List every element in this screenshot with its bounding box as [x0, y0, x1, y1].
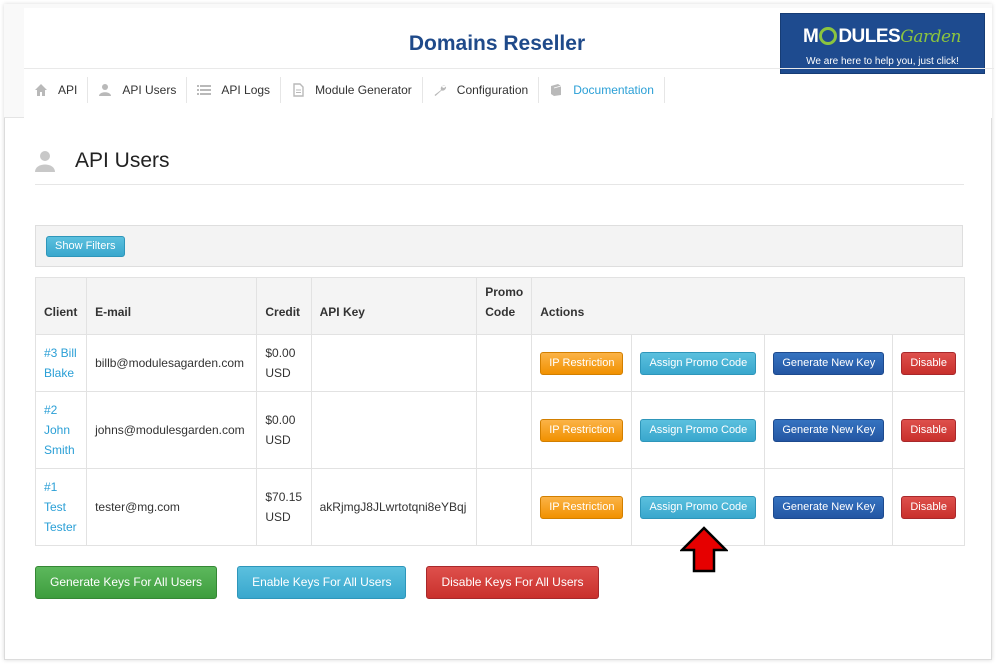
client-cell[interactable]: #1 Test Tester — [34, 468, 88, 546]
file-icon — [291, 82, 305, 97]
column-header-api-key: API Key — [310, 277, 478, 335]
list-icon — [197, 83, 212, 97]
show-filters-button[interactable]: Show Filters — [46, 236, 125, 257]
annotation-arrow-icon — [680, 526, 728, 573]
nav-item-configuration[interactable]: Configuration — [423, 76, 540, 103]
client-cell[interactable]: #2 John Smith — [34, 391, 88, 469]
client-link[interactable]: #2 John Smith — [44, 403, 75, 457]
action-cell: Disable — [892, 334, 965, 392]
action-cell: Generate New Key — [764, 391, 894, 469]
table-row: #1 Test Tester tester@mg.com $70.15 USD a… — [34, 468, 965, 546]
nav-item-module-generator[interactable]: Module Generator — [281, 76, 423, 103]
ip-restriction-button[interactable]: IP Restriction — [540, 418, 624, 442]
enable-keys-for-all-users-button[interactable]: Enable Keys For All Users — [237, 566, 407, 599]
nav-item-api-users[interactable]: API Users — [88, 76, 188, 103]
column-header-promo-code: Promo Code — [476, 277, 533, 335]
column-header-client: Client — [34, 277, 88, 335]
disable-keys-for-all-users-button[interactable]: Disable Keys For All Users — [426, 566, 599, 599]
api-users-table: Client E-mail Credit API Key Promo Code A… — [34, 277, 965, 546]
ip-restriction-button[interactable]: IP Restriction — [540, 351, 624, 375]
client-link[interactable]: #3 Bill Blake — [44, 346, 77, 380]
column-header-credit: Credit — [256, 277, 312, 335]
nav-label: API — [58, 82, 78, 97]
generate-keys-for-all-users-button[interactable]: Generate Keys For All Users — [35, 566, 218, 599]
action-cell: Assign Promo Code — [631, 334, 766, 392]
api-key-cell — [310, 334, 478, 392]
page-heading: API Users — [35, 140, 964, 185]
client-cell[interactable]: #3 Bill Blake — [34, 334, 88, 392]
nav-label: Documentation — [573, 82, 654, 97]
generate-new-key-button[interactable]: Generate New Key — [773, 495, 885, 519]
logo-ring-icon — [819, 27, 838, 45]
credit-cell: $0.00 USD — [256, 391, 312, 469]
assign-promo-code-button[interactable]: Assign Promo Code — [640, 351, 757, 375]
bulk-actions: Generate Keys For All Users Enable Keys … — [35, 566, 619, 599]
nav-label: Module Generator — [315, 82, 412, 97]
api-key-cell: akRjmgJ8JLwrtotqni8eYBqj — [310, 468, 478, 546]
disable-button[interactable]: Disable — [901, 495, 956, 519]
action-cell: Generate New Key — [764, 334, 894, 392]
logo-wordmark: M DULESGarden — [803, 26, 961, 47]
client-link[interactable]: #1 Test Tester — [44, 480, 77, 534]
action-cell: Assign Promo Code — [631, 391, 766, 469]
credit-cell: $70.15 USD — [256, 468, 312, 546]
wrench-icon — [433, 83, 447, 97]
assign-promo-code-button[interactable]: Assign Promo Code — [640, 418, 757, 442]
email-cell: tester@mg.com — [86, 468, 258, 546]
disable-button[interactable]: Disable — [901, 351, 956, 375]
disable-button[interactable]: Disable — [901, 418, 956, 442]
action-cell: Disable — [892, 468, 965, 546]
nav-label: API Logs — [221, 82, 271, 97]
action-cell: IP Restriction — [531, 334, 633, 392]
user-icon — [35, 150, 55, 172]
modulesgarden-logo[interactable]: M DULESGarden We are here to help you, ju… — [780, 13, 985, 74]
nav-item-api-logs[interactable]: API Logs — [187, 76, 282, 103]
table-header-row: Client E-mail Credit API Key Promo Code A… — [34, 277, 965, 335]
column-header-actions: Actions — [531, 277, 965, 335]
table-row: #2 John Smith johns@modulesgarden.com $0… — [34, 391, 965, 469]
credit-cell: $0.00 USD — [256, 334, 312, 392]
promo-code-cell — [476, 468, 533, 546]
nav-label: API Users — [122, 82, 177, 97]
api-key-cell — [310, 391, 478, 469]
action-cell: Disable — [892, 391, 965, 469]
nav-item-documentation[interactable]: Documentation — [539, 76, 665, 103]
action-cell: IP Restriction — [531, 391, 633, 469]
assign-promo-code-button[interactable]: Assign Promo Code — [640, 495, 757, 519]
filter-bar: Show Filters — [35, 225, 963, 267]
home-icon — [34, 83, 48, 97]
email-cell: billb@modulesagarden.com — [86, 334, 258, 392]
logo-tagline: We are here to help you, just click! — [806, 56, 959, 67]
email-cell: johns@modulesgarden.com — [86, 391, 258, 469]
action-cell: IP Restriction — [531, 468, 633, 546]
book-icon — [549, 83, 563, 97]
nav-label: Configuration — [456, 82, 529, 97]
promo-code-cell — [476, 334, 533, 392]
page-title: API Users — [75, 149, 170, 172]
generate-new-key-button[interactable]: Generate New Key — [773, 351, 885, 375]
ip-restriction-button[interactable]: IP Restriction — [540, 495, 624, 519]
promo-code-cell — [476, 391, 533, 469]
table-row: #3 Bill Blake billb@modulesagarden.com $… — [34, 334, 965, 392]
nav-item-api[interactable]: API — [24, 76, 89, 103]
action-cell: Generate New Key — [764, 468, 894, 546]
generate-new-key-button[interactable]: Generate New Key — [773, 418, 885, 442]
main-nav: API API Users API Logs Module Generator … — [24, 68, 994, 110]
column-header-email: E-mail — [86, 277, 258, 335]
user-icon — [98, 83, 112, 97]
